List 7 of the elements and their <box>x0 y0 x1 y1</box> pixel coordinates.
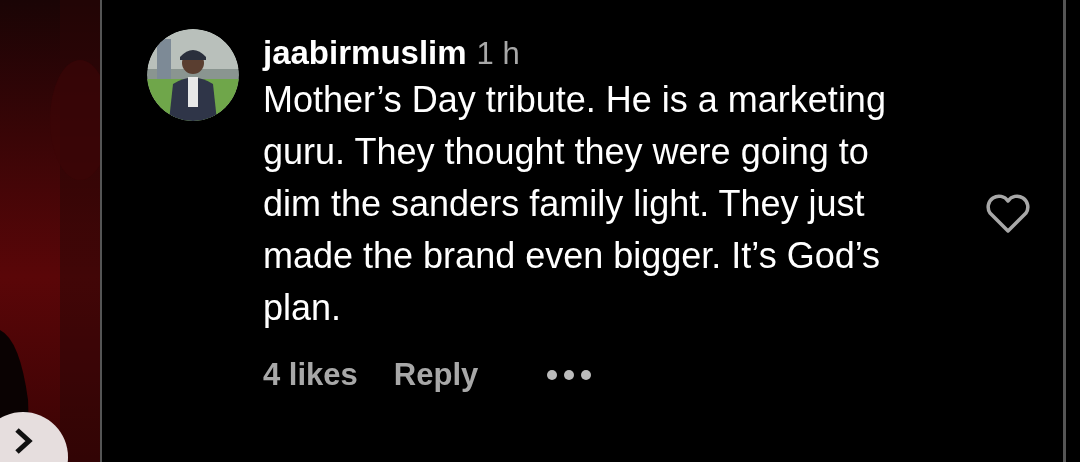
reply-button[interactable]: Reply <box>393 352 479 399</box>
more-icon[interactable] <box>546 369 593 382</box>
heart-icon[interactable] <box>985 194 1031 234</box>
timestamp: 1 h <box>476 35 520 73</box>
comment-text: Mother’s Day tribute. He is a marketing guru. They thought they were going to dim the sanders family light. They just made the brand even bigger. It’s God’s plan. <box>263 78 887 330</box>
username[interactable]: jaabirmuslim <box>263 33 467 73</box>
like-count[interactable]: 4 likes <box>263 352 358 399</box>
